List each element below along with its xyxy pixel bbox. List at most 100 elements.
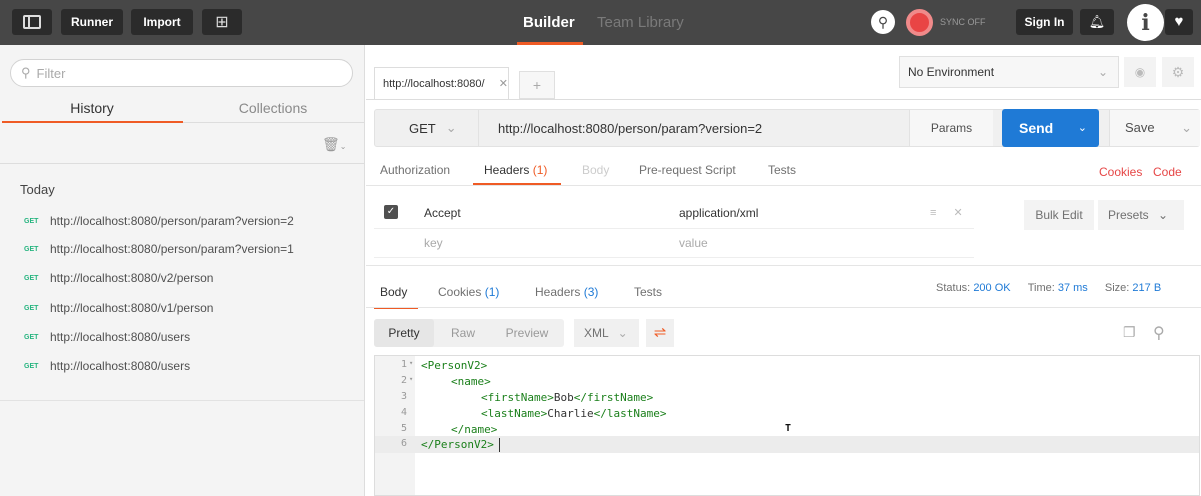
filter-input[interactable]: ⚲ Filter — [10, 59, 353, 87]
close-icon[interactable]: ✕ — [499, 77, 508, 90]
value-placeholder[interactable]: value — [679, 236, 708, 250]
request-tab[interactable]: http://localhost:8080/ ✕ — [374, 67, 509, 99]
method-badge: GET — [24, 274, 39, 282]
code-line: </name> — [451, 423, 498, 436]
chevron-down-icon[interactable]: ⌄ — [1078, 109, 1087, 147]
fold-arrow-icon[interactable]: ▾ — [409, 359, 413, 367]
history-item[interactable]: GET http://localhost:8080/person/param?ve… — [24, 240, 294, 258]
tab-headers-label: Headers — [484, 163, 530, 177]
cookies-link[interactable]: Cookies — [1099, 165, 1142, 179]
notifications-button[interactable]: 🔔︎ — [1080, 9, 1114, 35]
environment-select[interactable]: No Environment ⌄ — [899, 56, 1119, 88]
drag-handle-icon[interactable]: ≡ — [930, 207, 936, 219]
chevron-down-icon: ⌄ — [1158, 208, 1169, 222]
line-number: 2 — [400, 375, 407, 386]
tab-authorization[interactable]: Authorization — [380, 163, 450, 177]
tab-history[interactable]: History — [2, 100, 182, 116]
xml-text: Bob — [553, 391, 574, 404]
trash-button[interactable]: 🗑︎⌄ — [322, 136, 346, 153]
line-number: 6 — [400, 438, 407, 449]
view-preview-button[interactable]: Preview — [494, 319, 560, 347]
tab-team-library[interactable]: Team Library — [597, 0, 684, 45]
send-button[interactable]: Send ⌄ — [1002, 109, 1099, 147]
sync-icon[interactable] — [906, 9, 933, 36]
wrap-lines-button[interactable]: ⇌ — [646, 319, 674, 347]
tab-response-headers[interactable]: Headers (3) — [535, 285, 598, 299]
fold-arrow-icon[interactable]: ▾ — [409, 375, 413, 383]
tab-builder[interactable]: Builder — [523, 0, 575, 45]
eye-icon: ◉ — [1134, 65, 1146, 79]
time-label: Time: — [1027, 282, 1055, 294]
runner-button[interactable]: Runner — [61, 9, 123, 35]
presets-button[interactable]: Presets ⌄ — [1098, 200, 1184, 230]
header-key[interactable]: Accept — [424, 206, 461, 220]
history-item[interactable]: GET http://localhost:8080/v2/person — [24, 269, 213, 287]
view-pretty-button[interactable]: Pretty — [374, 319, 434, 347]
tab-tests[interactable]: Tests — [768, 163, 796, 177]
search-response-button[interactable]: ⚲ — [1153, 323, 1165, 343]
line-number: 5 — [400, 423, 407, 434]
history-item[interactable]: GET http://localhost:8080/users — [24, 357, 190, 375]
tab-headers[interactable]: Headers (1) — [484, 163, 547, 177]
toggle-sidebar-button[interactable] — [12, 9, 52, 35]
code-link[interactable]: Code — [1153, 165, 1182, 179]
environment-quicklook-button[interactable]: ◉ — [1124, 57, 1156, 87]
wrap-icon: ⇌ — [653, 324, 667, 341]
import-button[interactable]: Import — [131, 9, 193, 35]
filter-placeholder: Filter — [36, 65, 66, 81]
code-line: <firstName>Bob</firstName> — [481, 391, 653, 404]
line-number: 3 — [400, 391, 407, 402]
header-enabled-checkbox[interactable]: ✓ — [384, 205, 398, 219]
chevron-down-icon[interactable]: ⌄ — [1181, 110, 1192, 146]
line-number: 1 — [400, 359, 407, 370]
view-raw-button[interactable]: Raw — [438, 319, 488, 347]
tab-response-cookies[interactable]: Cookies (1) — [438, 285, 499, 299]
new-tab-button[interactable]: + — [519, 71, 555, 99]
history-item[interactable]: GET http://localhost:8080/users — [24, 328, 190, 346]
method-select[interactable]: GET ⌄ — [375, 110, 479, 146]
history-url: http://localhost:8080/person/param?versi… — [50, 214, 294, 228]
history-item[interactable]: GET http://localhost:8080/person/param?ve… — [24, 212, 294, 230]
url-input[interactable]: http://localhost:8080/person/param?versi… — [498, 121, 762, 136]
interceptor-icon[interactable]: ⚲ — [871, 10, 895, 34]
heart-button[interactable]: ♥ — [1165, 9, 1193, 35]
status-label: Status: — [936, 282, 971, 294]
history-date-heading: Today — [20, 182, 55, 197]
sign-in-button[interactable]: Sign In — [1016, 9, 1073, 35]
history-item[interactable]: GET http://localhost:8080/v1/person — [24, 299, 213, 317]
tab-collections[interactable]: Collections — [183, 100, 363, 116]
new-tab-icon: ⊞ — [215, 14, 229, 31]
size-label: Size: — [1104, 282, 1130, 294]
method-badge: GET — [24, 245, 39, 253]
copy-button[interactable]: ❐ — [1123, 324, 1136, 341]
tab-response-tests[interactable]: Tests — [634, 285, 662, 299]
info-icon: i — [1141, 9, 1150, 36]
close-icon[interactable]: ✕ — [953, 207, 962, 219]
method-value: GET — [409, 120, 436, 136]
method-badge: GET — [24, 217, 39, 225]
bulk-edit-button[interactable]: Bulk Edit — [1024, 200, 1094, 230]
line-number: 4 — [400, 407, 407, 418]
save-button[interactable]: Save ⌄ — [1109, 110, 1200, 146]
environment-settings-button[interactable]: ⚙ — [1162, 57, 1194, 87]
tab-response-body[interactable]: Body — [380, 285, 407, 299]
format-select[interactable]: XML ⌄ — [574, 319, 639, 347]
header-value[interactable]: application/xml — [679, 206, 758, 220]
presets-label: Presets — [1108, 208, 1149, 222]
history-actions-divider — [0, 163, 364, 164]
bell-icon: 🔔︎ — [1088, 14, 1106, 29]
tab-prerequest-script[interactable]: Pre-request Script — [639, 163, 736, 177]
save-label: Save — [1125, 120, 1155, 135]
new-window-button[interactable]: ⊞ — [202, 9, 242, 35]
plus-icon: + — [532, 77, 542, 93]
params-button[interactable]: Params — [909, 110, 993, 146]
response-tabs-divider — [366, 307, 1201, 308]
response-meta: Status: 200 OK Time: 37 ms Size: 217 B — [936, 282, 1161, 294]
info-button[interactable]: i — [1127, 4, 1164, 41]
view-mode-group: Pretty Raw Preview — [374, 319, 564, 347]
code-line: <name> — [451, 375, 491, 388]
xml-tag: </firstName> — [573, 391, 654, 404]
tab-body[interactable]: Body — [582, 163, 609, 177]
key-placeholder[interactable]: key — [424, 236, 443, 250]
response-code-editor[interactable]: 1 ▾ 2 ▾ 3 4 5 6 <PersonV2> <name> <first… — [374, 355, 1200, 496]
